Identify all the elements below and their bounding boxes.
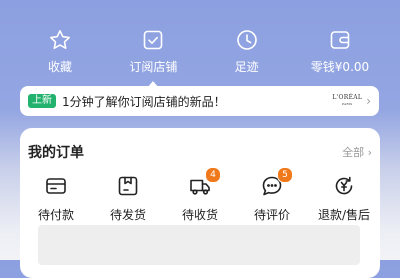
chevron-right-icon: › xyxy=(366,94,371,108)
favorites-button[interactable]: 收藏 xyxy=(20,28,100,76)
history-button[interactable]: 足迹 xyxy=(207,28,287,76)
pending-review-button[interactable]: 5 待评价 xyxy=(236,167,308,223)
pending-receipt-label: 待收货 xyxy=(181,208,218,222)
refund-icon xyxy=(335,176,353,195)
store-subscribe-icon xyxy=(144,30,163,50)
new-arrivals-notice[interactable]: 上新 1分钟了解你订阅店铺的新品！ L'ORÉAL PARIS › xyxy=(20,86,379,116)
quick-actions-bar: 收藏 订阅店铺 足迹 零钱¥0.00 xyxy=(20,28,380,76)
pending-review-badge: 5 xyxy=(277,167,293,183)
pending-receipt-badge: 4 xyxy=(205,167,221,183)
pending-payment-button[interactable]: 待付款 xyxy=(20,174,92,223)
chevron-right-icon: › xyxy=(367,146,372,159)
history-label: 足迹 xyxy=(234,60,259,74)
pending-shipment-button[interactable]: 待发货 xyxy=(92,174,164,223)
pending-review-label: 待评价 xyxy=(253,208,290,222)
refund-after-sales-label: 退款/售后 xyxy=(317,208,371,222)
clock-icon xyxy=(236,30,257,50)
favorites-label: 收藏 xyxy=(47,60,72,74)
all-orders-link[interactable]: 全部 › xyxy=(342,144,372,160)
wallet-button[interactable]: 零钱¥0.00 xyxy=(300,28,380,76)
notice-text: 1分钟了解你订阅店铺的新品！ xyxy=(62,94,226,109)
wallet-icon xyxy=(330,31,350,49)
card-payment-icon xyxy=(46,178,66,194)
pending-receipt-button[interactable]: 4 待收货 xyxy=(164,167,236,223)
pending-shipment-label: 待发货 xyxy=(109,208,146,222)
pending-payment-label: 待付款 xyxy=(37,208,74,222)
promo-banner-placeholder[interactable] xyxy=(38,225,360,265)
new-arrival-tag: 上新 xyxy=(28,94,56,108)
refund-after-sales-button[interactable]: 退款/售后 xyxy=(308,174,380,223)
subscribed-stores-label: 订阅店铺 xyxy=(129,60,178,74)
star-icon xyxy=(50,30,70,49)
subscribed-stores-button[interactable]: 订阅店铺 xyxy=(113,28,193,76)
package-icon xyxy=(118,176,138,196)
orders-title: 我的订单 xyxy=(28,145,84,161)
order-status-row: 待付款 待发货 4 待收货 5 待评价 退款/售后 xyxy=(20,167,380,223)
wallet-label: 零钱¥0.00 xyxy=(310,60,370,74)
brand-logo: L'ORÉAL PARIS xyxy=(332,94,363,106)
